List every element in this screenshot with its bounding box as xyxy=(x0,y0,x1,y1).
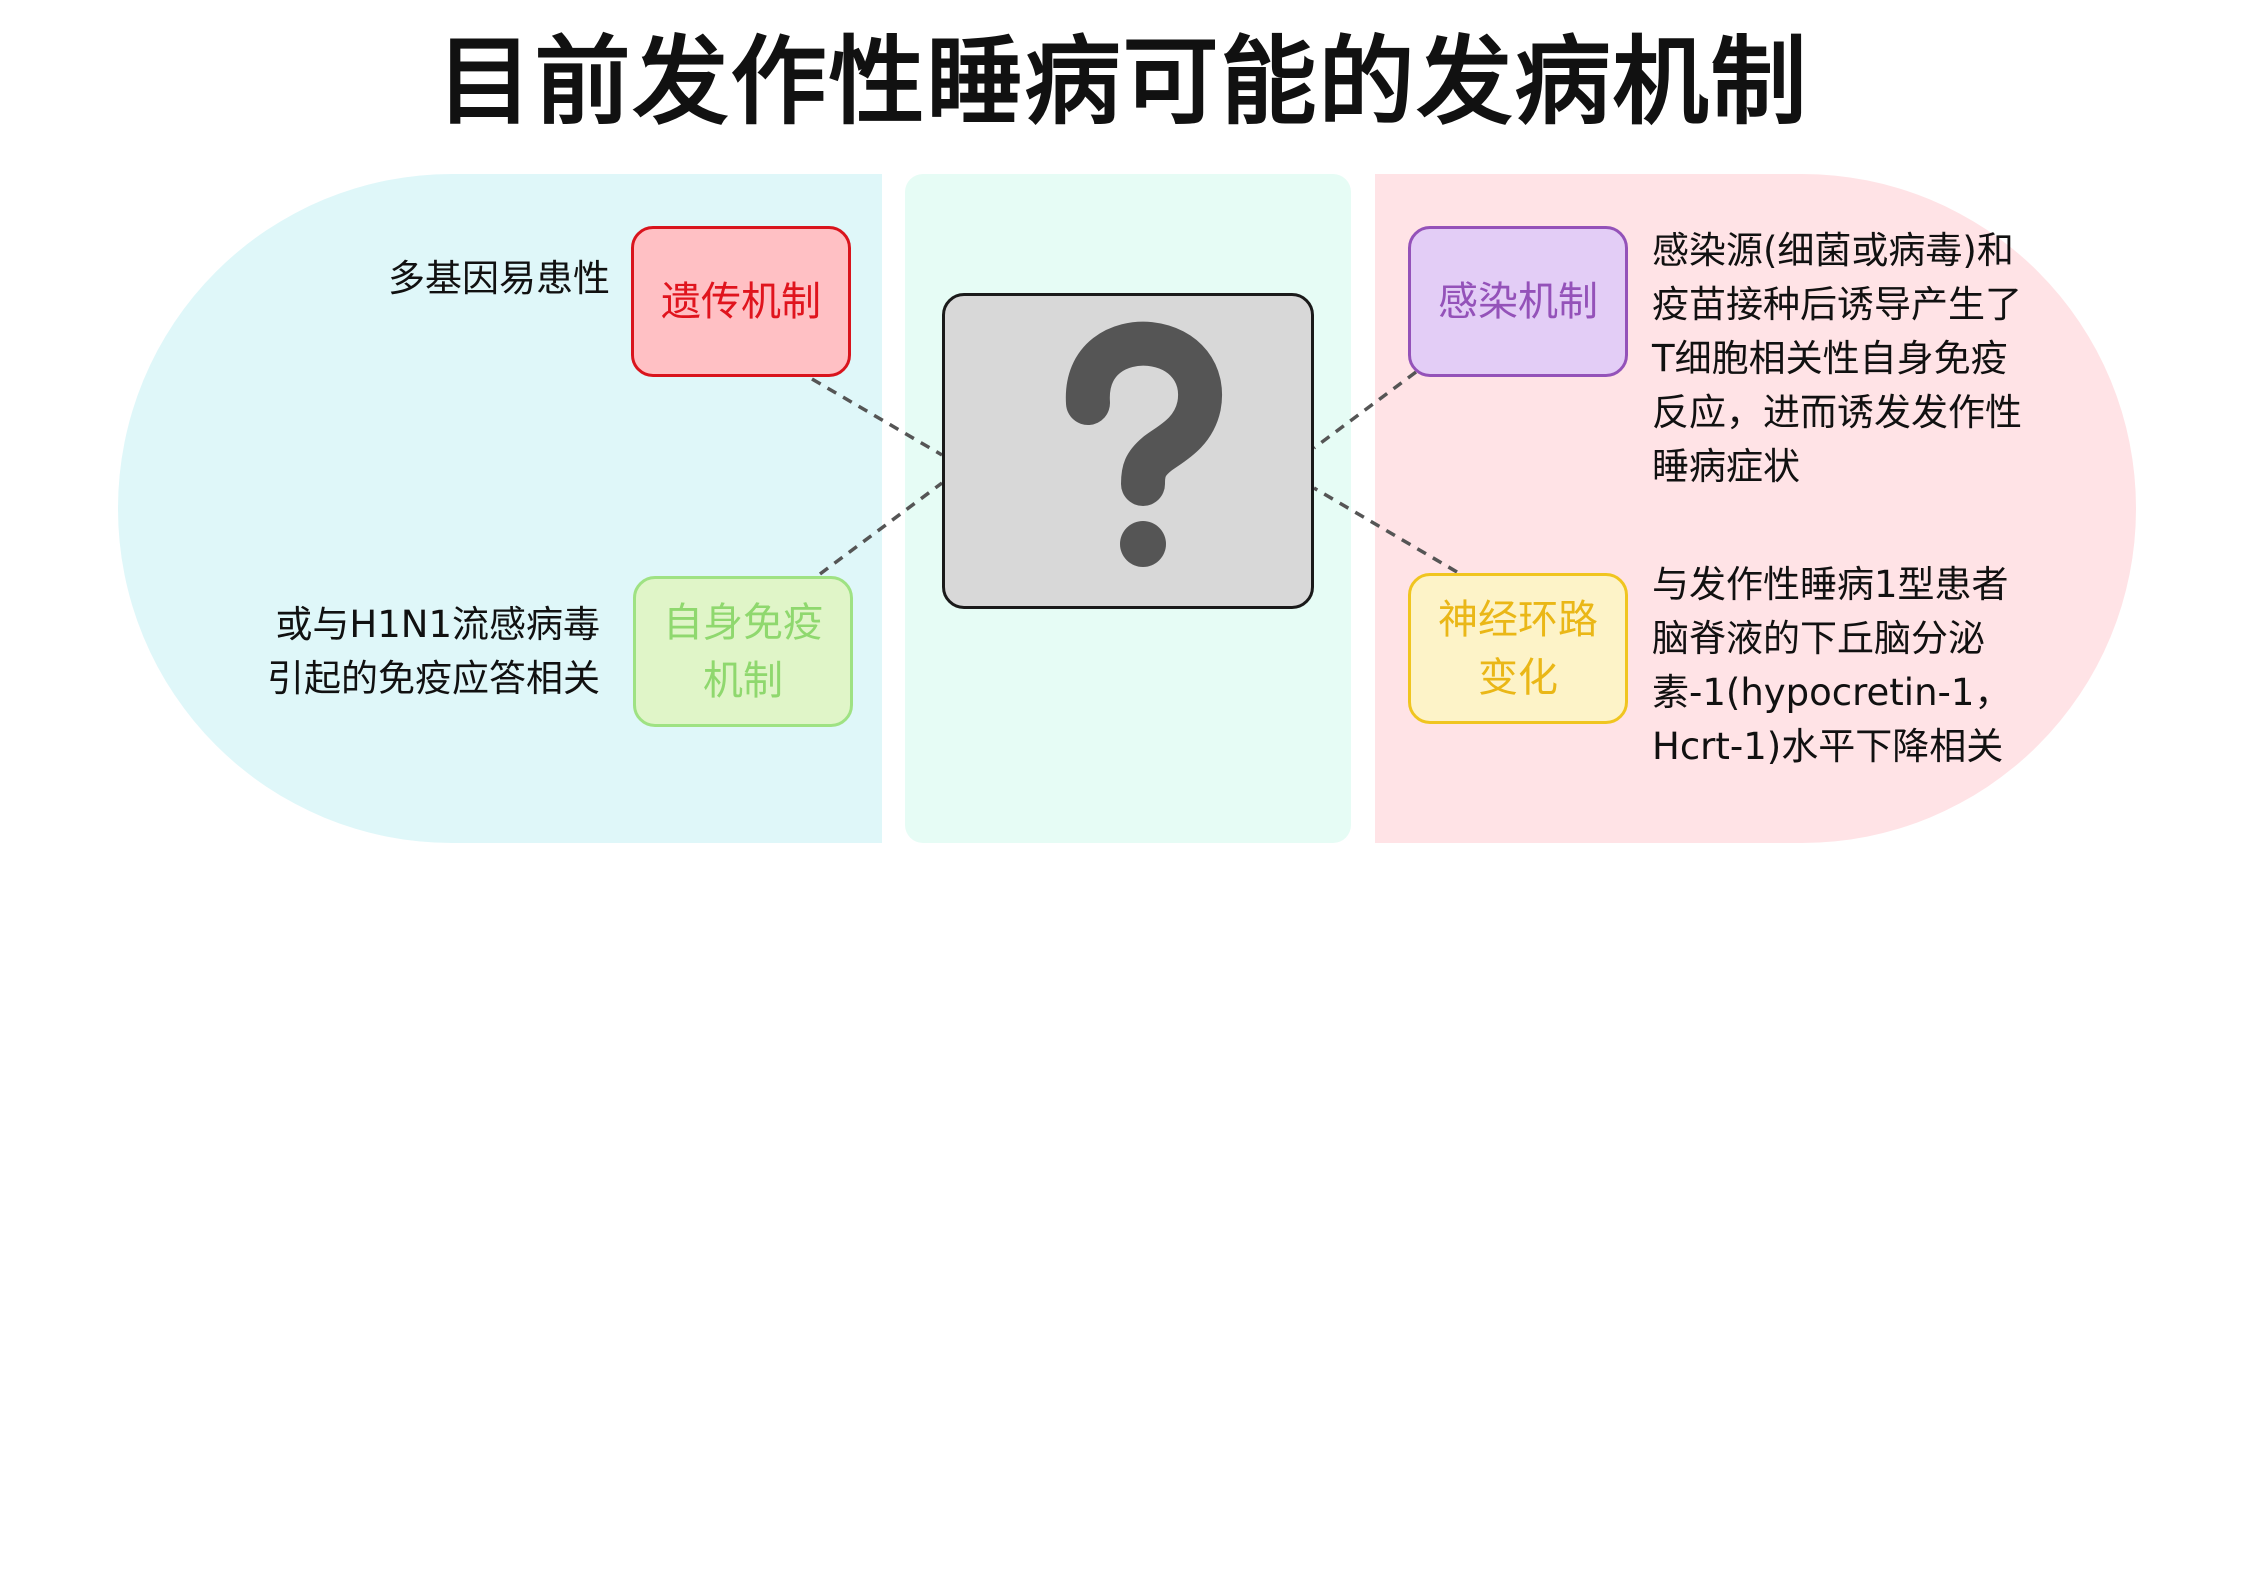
neural-desc-line: 素-1(hypocretin-1， xyxy=(1652,671,2012,714)
node-autoimmune-label-line2: 机制 xyxy=(703,657,783,704)
node-neural-label-line1: 神经环路 xyxy=(1438,596,1598,643)
connector-genetic xyxy=(811,377,943,457)
node-neural-label-line2: 变化 xyxy=(1478,654,1558,701)
infection-desc-line: 反应，进而诱发发作性 xyxy=(1652,391,2022,434)
genetic-desc-line: 多基因易患性 xyxy=(388,257,610,300)
node-infection-label: 感染机制 xyxy=(1438,278,1598,325)
neural-description: 与发作性睡病1型患者 脑脊液的下丘脑分泌 素-1(hypocretin-1， H… xyxy=(1652,558,2072,774)
neural-desc-line: 脑脊液的下丘脑分泌 xyxy=(1652,617,1985,660)
infection-desc-line: T细胞相关性自身免疫 xyxy=(1652,337,2008,380)
question-mark-icon xyxy=(1065,321,1222,567)
connector-autoimmune xyxy=(818,481,944,576)
infection-desc-line: 疫苗接种后诱导产生了 xyxy=(1652,283,2022,326)
center-question-box xyxy=(942,293,1314,609)
autoimmune-description: 或与H1N1流感病毒 引起的免疫应答相关 xyxy=(230,598,600,706)
node-genetic-label: 遗传机制 xyxy=(661,278,821,325)
node-autoimmune-label-line1: 自身免疫 xyxy=(663,599,823,646)
infection-description: 感染源(细菌或病毒)和 疫苗接种后诱导产生了 T细胞相关性自身免疫 反应，进而诱… xyxy=(1652,224,2072,494)
connector-infection xyxy=(1312,370,1418,450)
node-autoimmune-mechanism: 自身免疫 机制 xyxy=(633,576,853,727)
node-genetic-mechanism: 遗传机制 xyxy=(631,226,851,377)
autoimmune-desc-line: 引起的免疫应答相关 xyxy=(267,657,600,700)
infection-desc-line: 感染源(细菌或病毒)和 xyxy=(1652,229,2014,272)
autoimmune-desc-line: 或与H1N1流感病毒 xyxy=(275,603,600,646)
neural-desc-line: 与发作性睡病1型患者 xyxy=(1652,563,2009,606)
genetic-description: 多基因易患性 xyxy=(320,252,610,306)
node-infection-mechanism: 感染机制 xyxy=(1408,226,1628,377)
node-neural-circuit-change: 神经环路 变化 xyxy=(1408,573,1628,724)
connector-neural xyxy=(1313,486,1458,574)
infection-desc-line: 睡病症状 xyxy=(1652,445,1800,488)
neural-desc-line: Hcrt-1)水平下降相关 xyxy=(1652,725,2004,768)
